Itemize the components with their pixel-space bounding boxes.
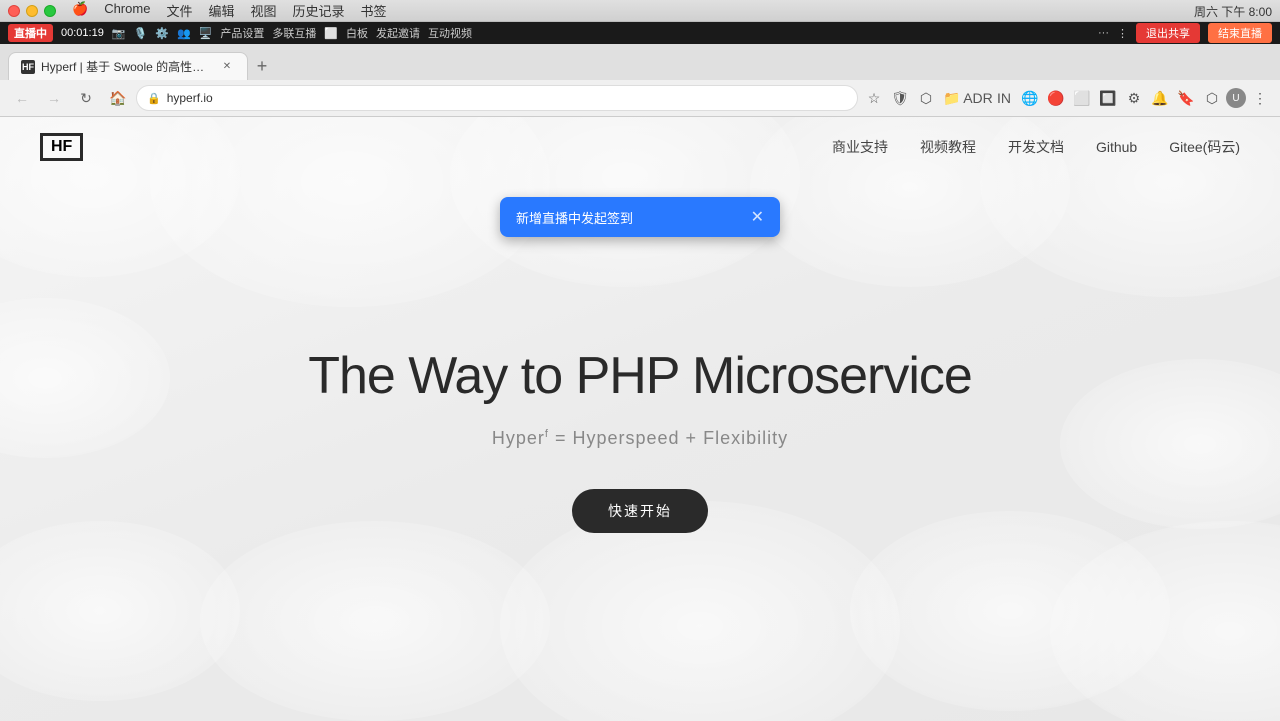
live-people-icon[interactable]: 👥	[177, 27, 191, 40]
new-tab-button[interactable]: +	[248, 52, 276, 80]
home-button[interactable]: 🏠	[104, 84, 132, 112]
live-timer: 00:01:19	[61, 27, 104, 39]
live-invite-label: 发起邀请	[376, 25, 420, 41]
minimize-window-button[interactable]	[26, 5, 38, 17]
site-nav-links: 商业支持 视频教程 开发文档 Github Gitee(码云)	[832, 137, 1240, 157]
menu-file[interactable]: 文件	[166, 1, 192, 20]
hero-sup: f	[545, 428, 549, 440]
end-live-button[interactable]: 结束直播	[1208, 23, 1272, 43]
tab-favicon: HF	[21, 60, 35, 74]
logo-text: HF	[51, 138, 72, 156]
forward-button[interactable]: →	[40, 84, 68, 112]
live-mic-icon[interactable]: 🎙️	[134, 27, 148, 40]
maximize-window-button[interactable]	[44, 5, 56, 17]
live-whiteboard-icon[interactable]: ⬜	[324, 27, 338, 40]
notification-text: 新增直播中发起签到	[516, 208, 739, 227]
extension-icon-2[interactable]: 📁	[940, 86, 964, 110]
live-more-options[interactable]: ⋮	[1117, 27, 1128, 40]
user-avatar[interactable]: U	[1226, 88, 1246, 108]
nav-link-docs[interactable]: 开发文档	[1008, 137, 1064, 157]
browser-tab[interactable]: HF Hyperf | 基于 Swoole 的高性能... ✕	[8, 52, 248, 80]
extension-icon-5[interactable]: 🌐	[1018, 86, 1042, 110]
datetime: 周六 下午 8:00	[1194, 3, 1272, 20]
tab-title: Hyperf | 基于 Swoole 的高性能...	[41, 58, 213, 75]
macos-menu: 🍎 Chrome 文件 编辑 视图 历史记录 书签	[72, 1, 387, 20]
menu-edit[interactable]: 编辑	[208, 1, 234, 20]
extension-icon-10[interactable]: 🔔	[1148, 86, 1172, 110]
notification-close-button[interactable]: ✕	[751, 207, 764, 227]
hero-section: The Way to PHP Microservice Hyperf = Hyp…	[0, 157, 1280, 721]
toolbar-icons: ☆ 🛡 ⬡ 📁 ADR IN 🌐 🔴 ⬜ 🔲 ⚙ 🔔 🔖 ⬡ U ⋮	[862, 86, 1272, 110]
website-content: 新增直播中发起签到 ✕ HF 商业支持 视频教程 开发文档 Github Git…	[0, 117, 1280, 721]
hero-subtitle: Hyperf = Hyperspeed + Flexibility	[492, 428, 788, 449]
menu-bookmarks[interactable]: 书签	[361, 1, 387, 20]
live-camera-icon[interactable]: 📷	[112, 27, 126, 40]
extension-icon-6[interactable]: 🔴	[1044, 86, 1068, 110]
tab-bar: HF Hyperf | 基于 Swoole 的高性能... ✕ +	[0, 44, 1280, 80]
nav-link-video[interactable]: 视频教程	[920, 137, 976, 157]
titlebar: 🍎 Chrome 文件 编辑 视图 历史记录 书签 周六 下午 8:00	[0, 0, 1280, 22]
back-button[interactable]: ←	[8, 84, 36, 112]
browser-chrome: HF Hyperf | 基于 Swoole 的高性能... ✕ + ← → ↻ …	[0, 44, 1280, 117]
nav-link-gitee[interactable]: Gitee(码云)	[1169, 137, 1240, 157]
address-bar: ← → ↻ 🏠 🔒 hyperf.io ☆ 🛡 ⬡ 📁 ADR IN 🌐 🔴 ⬜…	[0, 80, 1280, 116]
get-started-button[interactable]: 快速开始	[572, 489, 708, 533]
address-input[interactable]: 🔒 hyperf.io	[136, 85, 858, 111]
refresh-button[interactable]: ↻	[72, 84, 100, 112]
hero-title: The Way to PHP Microservice	[308, 345, 972, 407]
menu-history[interactable]: 历史记录	[292, 1, 344, 20]
live-bar: 直播中 00:01:19 📷 🎙️ ⚙️ 👥 🖥️ 产品设置 多联互播 ⬜ 白板…	[0, 22, 1280, 44]
more-options-icon[interactable]: ⋮	[1248, 86, 1272, 110]
tab-close-button[interactable]: ✕	[219, 59, 235, 75]
extension-icon-8[interactable]: 🔲	[1096, 86, 1120, 110]
live-screen-icon[interactable]: 🖥️	[199, 27, 213, 40]
live-more-icon[interactable]: ···	[1098, 27, 1109, 39]
traffic-lights[interactable]	[8, 5, 56, 17]
live-whiteboard-label: 白板	[346, 25, 368, 41]
extension-icon-4[interactable]: IN	[992, 86, 1016, 110]
titlebar-right: 周六 下午 8:00	[1194, 0, 1272, 22]
exit-share-button[interactable]: 退出共享	[1136, 23, 1200, 43]
lock-icon: 🔒	[147, 92, 161, 105]
live-multi-broadcast-label: 多联互播	[272, 25, 316, 41]
extension-icon-11[interactable]: 🔖	[1174, 86, 1198, 110]
url-display[interactable]: hyperf.io	[167, 91, 847, 105]
live-settings-icon[interactable]: ⚙️	[155, 27, 169, 40]
shield-icon[interactable]: 🛡	[888, 86, 912, 110]
apple-menu[interactable]: 🍎	[72, 1, 88, 20]
live-interactive-video-label: 互动视频	[428, 25, 472, 41]
nav-link-github[interactable]: Github	[1096, 139, 1137, 155]
menu-view[interactable]: 视图	[250, 1, 276, 20]
app-name[interactable]: Chrome	[104, 1, 150, 20]
live-badge: 直播中	[8, 24, 53, 42]
extension-icon-3[interactable]: ADR	[966, 86, 990, 110]
extension-icon-12[interactable]: ⬡	[1200, 86, 1224, 110]
close-window-button[interactable]	[8, 5, 20, 17]
bookmark-icon[interactable]: ☆	[862, 86, 886, 110]
nav-link-commercial[interactable]: 商业支持	[832, 137, 888, 157]
extension-icon-7[interactable]: ⬜	[1070, 86, 1094, 110]
extension-icon-1[interactable]: ⬡	[914, 86, 938, 110]
notification-popup: 新增直播中发起签到 ✕	[500, 197, 780, 237]
extension-icon-9[interactable]: ⚙	[1122, 86, 1146, 110]
live-product-settings-label: 产品设置	[220, 25, 264, 41]
